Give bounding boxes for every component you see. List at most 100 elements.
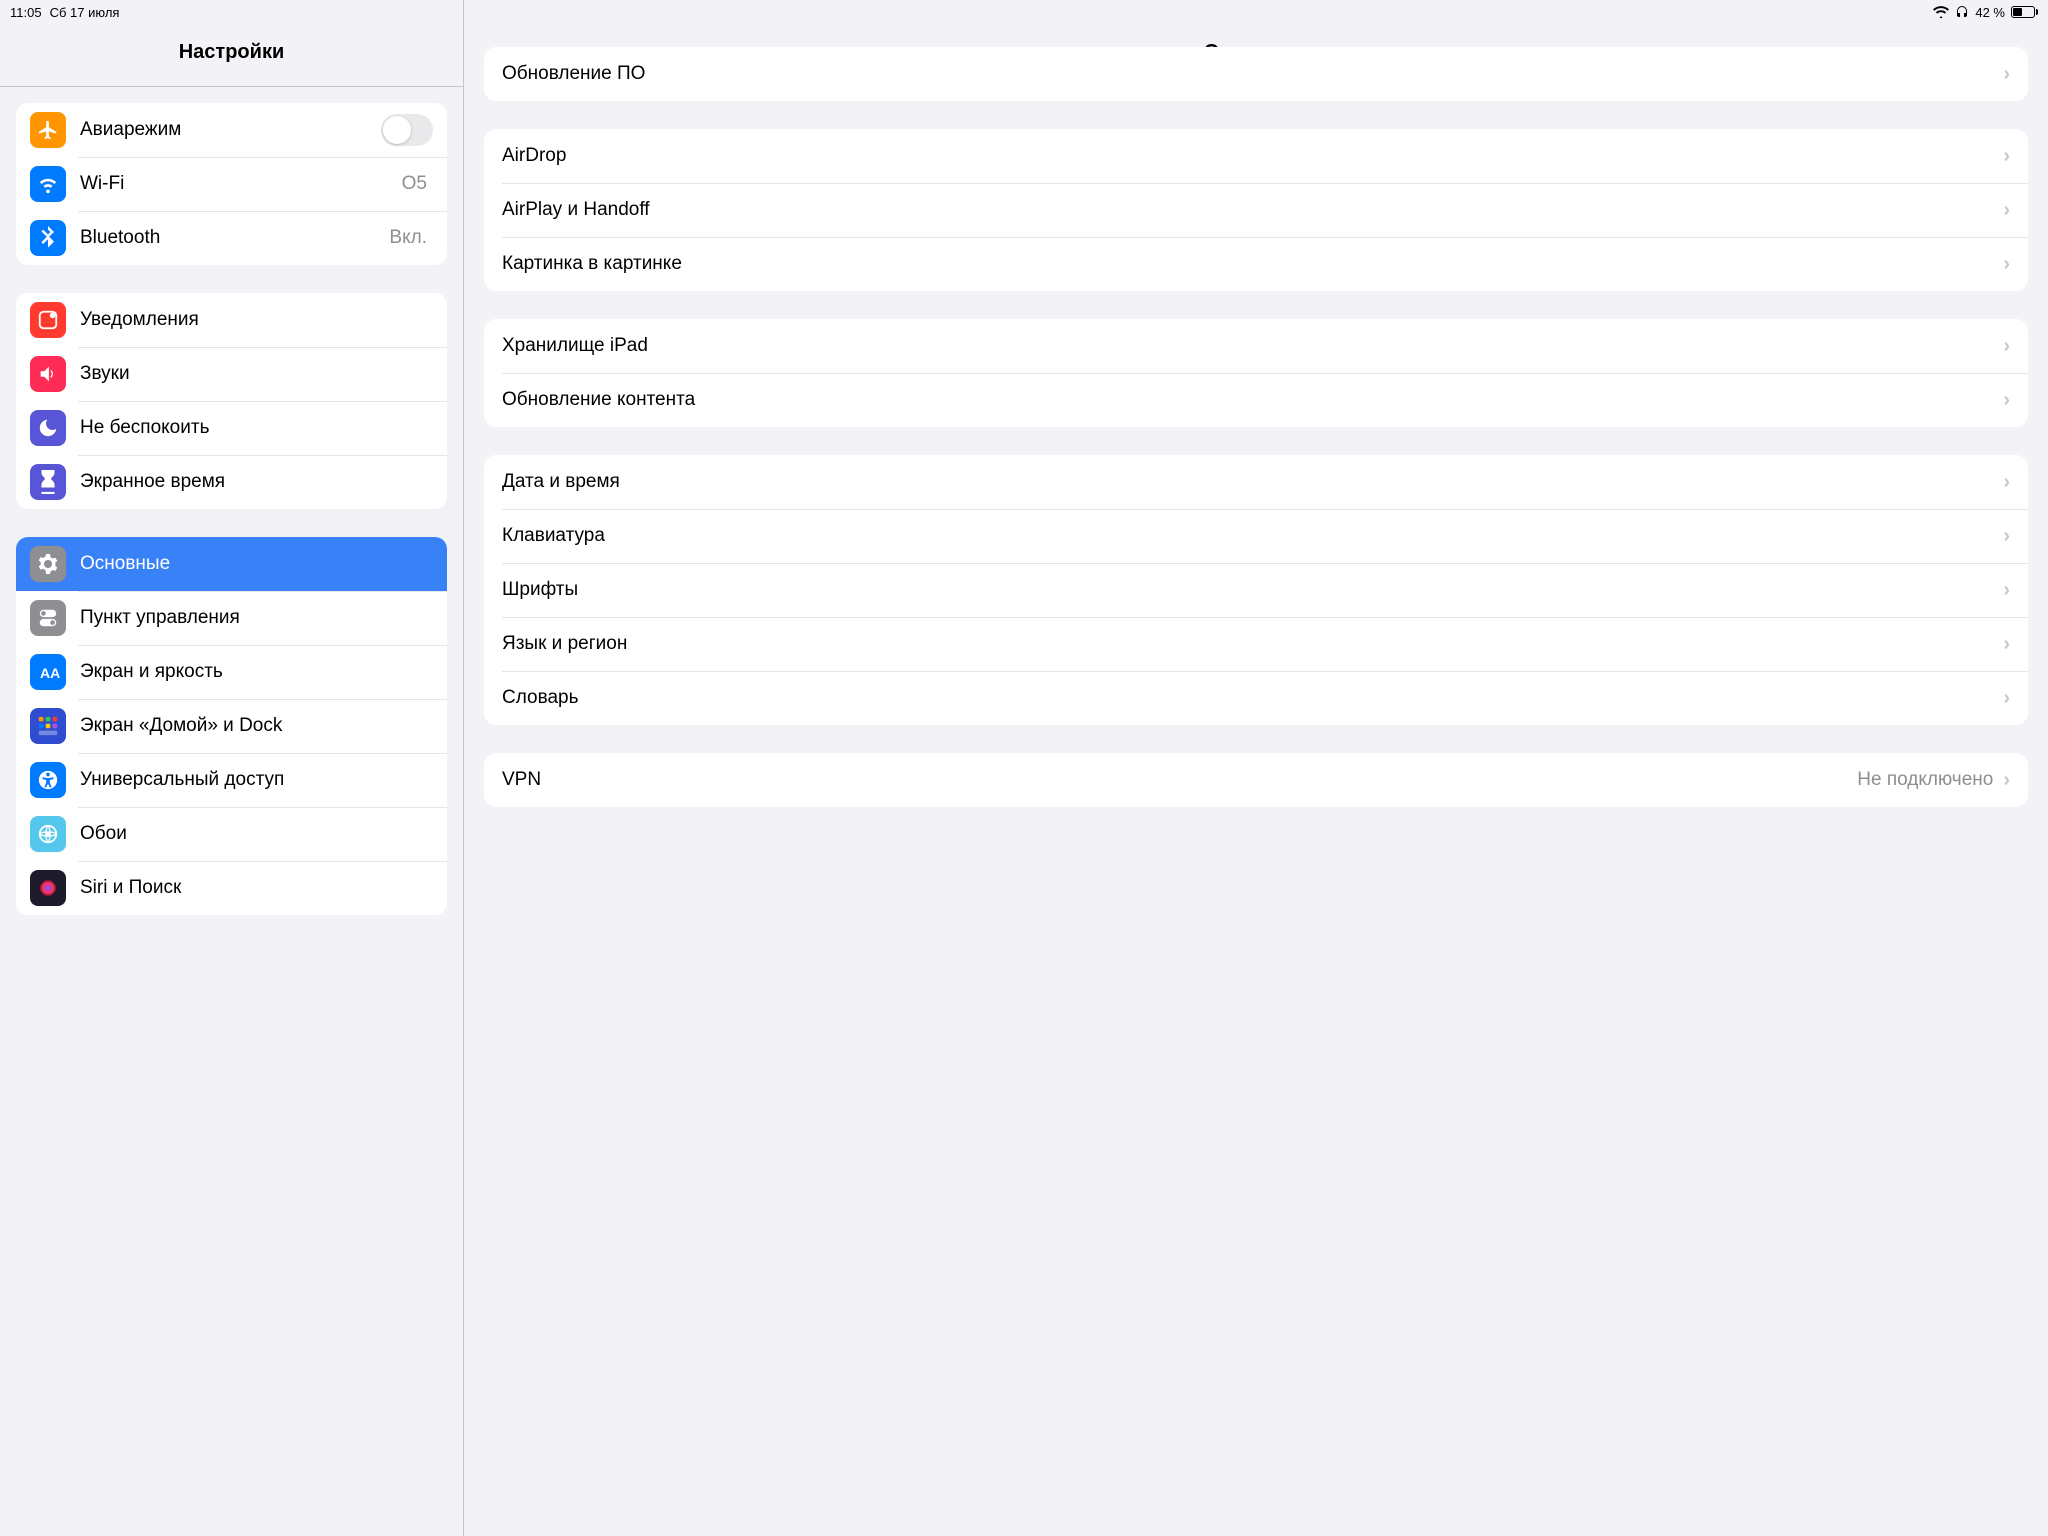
sidebar-item-dnd[interactable]: Не беспокоить <box>16 401 447 455</box>
sidebar-item-wifi[interactable]: Wi-FiO5 <box>16 157 447 211</box>
main-item-label: VPN <box>502 769 1857 791</box>
battery-icon <box>2011 6 2038 18</box>
airplane-toggle[interactable] <box>381 114 433 146</box>
main-item-label: Обновление ПО <box>502 63 2003 85</box>
main-item-fonts[interactable]: Шрифты› <box>484 563 2028 617</box>
sidebar-item-label: Обои <box>80 823 433 845</box>
main-group: Дата и время›Клавиатура›Шрифты›Язык и ре… <box>484 455 2028 725</box>
main-item-label: Язык и регион <box>502 633 2003 655</box>
wifi-icon <box>1933 6 1949 18</box>
sidebar-group: Основные Пункт управления AA Экран и яркост… <box>16 537 447 915</box>
chevron-right-icon: › <box>2003 525 2010 548</box>
bluetooth-icon <box>30 220 66 256</box>
main-item-label: AirDrop <box>502 145 2003 167</box>
sidebar-item-label: Пункт управления <box>80 607 433 629</box>
sidebar-item-label: Основные <box>80 553 433 575</box>
chevron-right-icon: › <box>2003 63 2010 86</box>
main-item-label: Дата и время <box>502 471 2003 493</box>
chevron-right-icon: › <box>2003 579 2010 602</box>
main-item-value: Не подключено <box>1857 769 1993 791</box>
airplane-icon <box>30 112 66 148</box>
sounds-icon <box>30 356 66 392</box>
display-icon: AA <box>30 654 66 690</box>
sidebar-item-label: Авиарежим <box>80 119 381 141</box>
chevron-right-icon: › <box>2003 335 2010 358</box>
sidebar-item-controlcenter[interactable]: Пункт управления <box>16 591 447 645</box>
headphones-icon <box>1955 5 1969 19</box>
main-group: VPNНе подключено › <box>484 753 2028 807</box>
sidebar-item-wallpaper[interactable]: Обои <box>16 807 447 861</box>
main-item-swupdate[interactable]: Обновление ПО› <box>484 47 2028 101</box>
main-item-label: Словарь <box>502 687 2003 709</box>
main-item-label: Картинка в картинке <box>502 253 2003 275</box>
main-item-pip[interactable]: Картинка в картинке› <box>484 237 2028 291</box>
accessibility-icon <box>30 762 66 798</box>
status-time: 11:05 <box>10 5 42 20</box>
main-item-label: Хранилище iPad <box>502 335 2003 357</box>
main-group: Обновление ПО› <box>484 47 2028 101</box>
main-item-language[interactable]: Язык и регион› <box>484 617 2028 671</box>
main-group: Хранилище iPad›Обновление контента› <box>484 319 2028 427</box>
sidebar-item-value: O5 <box>402 173 427 195</box>
chevron-right-icon: › <box>2003 145 2010 168</box>
main-panel: Обновление ПО›AirDrop›AirPlay и Handoff›… <box>464 24 2048 1536</box>
general-icon <box>30 546 66 582</box>
chevron-right-icon: › <box>2003 633 2010 656</box>
sidebar-item-label: Siri и Поиск <box>80 877 433 899</box>
dnd-icon <box>30 410 66 446</box>
sidebar-item-sounds[interactable]: Звуки <box>16 347 447 401</box>
chevron-right-icon: › <box>2003 687 2010 710</box>
sidebar-item-accessibility[interactable]: Универсальный доступ <box>16 753 447 807</box>
chevron-right-icon: › <box>2003 471 2010 494</box>
sidebar-item-label: Экран «Домой» и Dock <box>80 715 433 737</box>
main-item-bgrefresh[interactable]: Обновление контента› <box>484 373 2028 427</box>
main-item-keyboard[interactable]: Клавиатура› <box>484 509 2028 563</box>
sidebar-item-label: Универсальный доступ <box>80 769 433 791</box>
main-item-airdrop[interactable]: AirDrop› <box>484 129 2028 183</box>
main-item-label: Клавиатура <box>502 525 2003 547</box>
sidebar-item-label: Не беспокоить <box>80 417 433 439</box>
sidebar-item-label: Экранное время <box>80 471 433 493</box>
sidebar-item-display[interactable]: AA Экран и яркость <box>16 645 447 699</box>
sidebar-item-notifications[interactable]: Уведомления <box>16 293 447 347</box>
wifi-icon <box>30 166 66 202</box>
svg-text:AA: AA <box>40 665 60 681</box>
sidebar-item-label: Звуки <box>80 363 433 385</box>
chevron-right-icon: › <box>2003 199 2010 222</box>
sidebar-item-bluetooth[interactable]: BluetoothВкл. <box>16 211 447 265</box>
sidebar[interactable]: АвиарежимWi-FiO5BluetoothВкл.Уведомления… <box>0 87 463 1536</box>
controlcenter-icon <box>30 600 66 636</box>
wallpaper-icon <box>30 816 66 852</box>
sidebar-group: АвиарежимWi-FiO5BluetoothВкл. <box>16 103 447 265</box>
sidebar-item-siri[interactable]: Siri и Поиск <box>16 861 447 915</box>
main-item-datetime[interactable]: Дата и время› <box>484 455 2028 509</box>
chevron-right-icon: › <box>2003 389 2010 412</box>
status-bar: 11:05 Сб 17 июля 42 % <box>0 0 2048 24</box>
sidebar-group: Уведомления Звуки Не беспокоить Экранное вр… <box>16 293 447 509</box>
sidebar-title: Настройки <box>0 24 463 80</box>
sidebar-item-home[interactable]: Экран «Домой» и Dock <box>16 699 447 753</box>
main-item-label: AirPlay и Handoff <box>502 199 2003 221</box>
sidebar-item-label: Bluetooth <box>80 227 389 249</box>
home-icon <box>30 708 66 744</box>
screentime-icon <box>30 464 66 500</box>
sidebar-item-label: Wi-Fi <box>80 173 402 195</box>
sidebar-item-general[interactable]: Основные <box>16 537 447 591</box>
main-group: AirDrop›AirPlay и Handoff›Картинка в кар… <box>484 129 2028 291</box>
main-item-vpn[interactable]: VPNНе подключено › <box>484 753 2028 807</box>
sidebar-item-label: Уведомления <box>80 309 433 331</box>
main-item-dictionary[interactable]: Словарь› <box>484 671 2028 725</box>
notifications-icon <box>30 302 66 338</box>
chevron-right-icon: › <box>2003 769 2010 792</box>
main-item-storage[interactable]: Хранилище iPad› <box>484 319 2028 373</box>
battery-percentage: 42 % <box>1975 5 2005 20</box>
main-item-label: Обновление контента <box>502 389 2003 411</box>
chevron-right-icon: › <box>2003 253 2010 276</box>
sidebar-item-airplane[interactable]: Авиарежим <box>16 103 447 157</box>
status-date: Сб 17 июля <box>50 5 120 20</box>
main-item-label: Шрифты <box>502 579 2003 601</box>
sidebar-item-screentime[interactable]: Экранное время <box>16 455 447 509</box>
main-item-airplay[interactable]: AirPlay и Handoff› <box>484 183 2028 237</box>
sidebar-item-label: Экран и яркость <box>80 661 433 683</box>
sidebar-item-value: Вкл. <box>389 227 427 249</box>
